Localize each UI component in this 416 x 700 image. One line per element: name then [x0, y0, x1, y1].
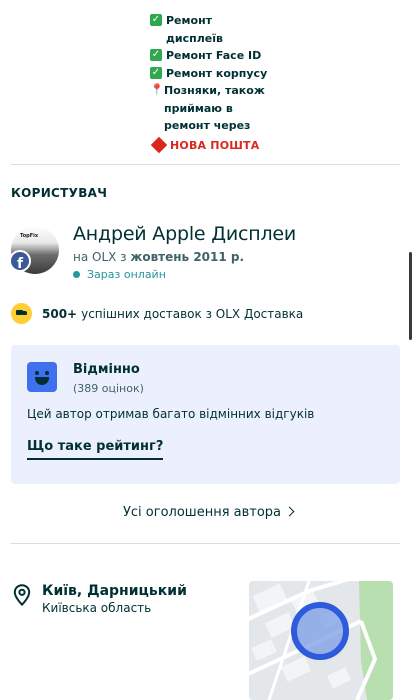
location-region: Київська область	[42, 601, 152, 615]
nova-poshta-logo: НОВА ПОШТА	[150, 137, 270, 155]
location-pin-icon	[13, 584, 31, 606]
map-area-circle	[291, 602, 349, 660]
check-icon: ✓	[150, 66, 162, 79]
rating-description: Цей автор отримав багато відмінних відгу…	[27, 407, 315, 421]
avatar-brand: TopFix	[20, 233, 39, 239]
section-title: КОРИСТУВАЧ	[11, 186, 108, 200]
delivery-count: 500+	[42, 306, 78, 321]
rating-info-link[interactable]: Що таке рейтинг?	[27, 439, 164, 460]
description-text: Позняки, також приймаю в ремонт через	[164, 84, 265, 132]
online-status-text: Зараз онлайн	[87, 268, 166, 281]
description-line: ✓ Ремонт корпусу	[150, 65, 270, 83]
rating-title: Відмінно	[73, 362, 140, 377]
rating-card: Відмінно (389 оцінок) Цей автор отримав …	[11, 345, 400, 484]
avatar[interactable]: TopFix f	[9, 226, 59, 274]
facebook-icon: f	[9, 250, 31, 272]
nova-poshta-icon	[150, 137, 168, 154]
description-line: ✓ Ремонт дисплеїв	[150, 12, 270, 47]
location-city: Київ, Дарницький	[42, 583, 187, 599]
description-line: 📍 Позняки, також приймаю в ремонт через	[150, 82, 270, 135]
all-ads-label: Усі оголошення автора	[122, 505, 282, 520]
description-line: ✓ Ремонт Face ID	[150, 47, 270, 65]
delivery-truck-icon	[11, 303, 32, 324]
divider	[11, 543, 400, 544]
delivery-text: успішних доставок з OLX Доставка	[81, 306, 304, 321]
smiley-face-icon	[27, 362, 57, 392]
rating-count: (389 оцінок)	[73, 382, 144, 395]
user-name[interactable]: Андрей Apple Дисплеи	[73, 223, 296, 245]
member-since: на OLX з жовтень 2011 р.	[73, 250, 244, 264]
location-map[interactable]	[249, 581, 393, 700]
all-ads-link[interactable]: Усі оголошення автора	[0, 505, 416, 520]
delivery-stats: 500+ успішних доставок з OLX Доставка	[11, 303, 303, 324]
online-dot-icon	[73, 271, 80, 278]
ad-description: ✓ Ремонт дисплеїв ✓ Ремонт Face ID ✓ Рем…	[150, 12, 270, 154]
online-status: Зараз онлайн	[73, 268, 166, 281]
divider	[11, 164, 400, 165]
scrollbar[interactable]	[409, 252, 412, 340]
chevron-right-icon	[284, 506, 295, 517]
nova-poshta-text: НОВА ПОШТА	[170, 138, 260, 152]
check-icon: ✓	[150, 14, 162, 26]
pin-icon: 📍	[150, 83, 164, 96]
member-since-prefix: на OLX з	[73, 250, 127, 264]
description-text: Ремонт дисплеїв	[166, 14, 223, 45]
member-since-date: жовтень 2011 р.	[130, 250, 245, 264]
description-text: Ремонт корпусу	[166, 66, 268, 80]
description-text: Ремонт Face ID	[166, 49, 262, 62]
check-icon: ✓	[150, 49, 162, 61]
